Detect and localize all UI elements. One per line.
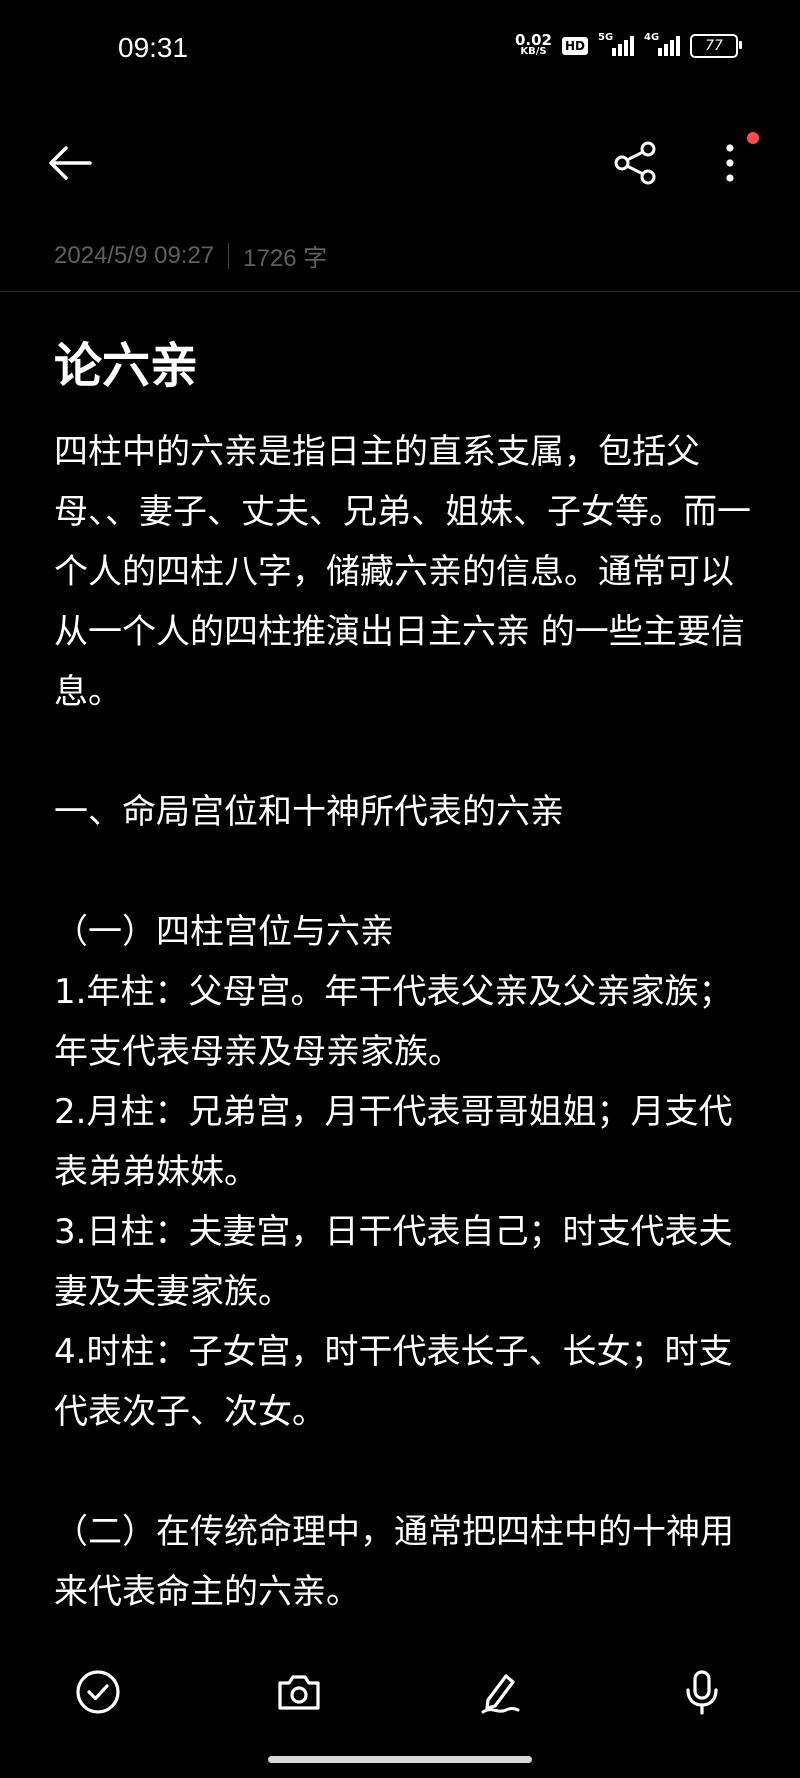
body-paragraph: 3.日柱：夫妻宫，日干代表自己；时支代表夫妻及夫妻家族。: [54, 1212, 733, 1312]
bottom-action-bar: [0, 1648, 800, 1778]
handwriting-button[interactable]: [472, 1664, 528, 1720]
note-toolbar: [0, 120, 800, 206]
body-paragraph: 一、命局宫位和十神所代表的六亲: [54, 792, 564, 832]
microphone-icon: [686, 1670, 718, 1715]
status-indicators: 0.02 KB/S HD 5G 4G 77: [514, 31, 742, 58]
word-count: 1726 字: [243, 245, 328, 272]
body-blank-line: [54, 842, 754, 902]
back-button[interactable]: [46, 142, 94, 184]
camera-button[interactable]: [271, 1664, 327, 1720]
body-blank-line: [54, 722, 754, 782]
note-meta: 2024/5/9 09:27 1726 字: [54, 238, 327, 273]
voice-input-button[interactable]: [674, 1664, 730, 1720]
hd-voice-badge: HD: [561, 37, 588, 55]
checkmark-circle-icon: [76, 1670, 120, 1714]
header-divider: [0, 291, 800, 292]
body-paragraph: 2.月柱：兄弟宫，月干代表哥哥姐姐；月支代表弟弟妹妹。: [54, 1092, 733, 1192]
pen-icon: [481, 1674, 520, 1714]
network-speed-unit: KB/S: [520, 46, 547, 57]
network-speed: 0.02 KB/S: [514, 31, 552, 58]
meta-separator: [228, 242, 230, 269]
share-icon: [614, 141, 656, 185]
signal-5g-icon: 5G: [598, 32, 634, 56]
battery-level: 77: [705, 38, 723, 54]
note-body[interactable]: 四柱中的六亲是指日主的直系支属，包括父母、、妻子、丈夫、兄弟、姐妹、子女等。而一…: [54, 422, 754, 1622]
signal-4g-icon: 4G: [644, 32, 680, 56]
body-paragraph: 4.时柱：子女宫，时干代表长子、长女；时支 代表次子、次女。: [54, 1332, 744, 1432]
signal-4g-label: 4G: [644, 32, 660, 43]
signal-5g-label: 5G: [598, 32, 614, 43]
note-title[interactable]: 论六亲: [54, 326, 198, 396]
battery-icon: 77: [690, 34, 742, 58]
arrow-left-icon: [49, 146, 92, 180]
note-date: 2024/5/9 09:27: [54, 241, 215, 269]
body-paragraph: 1.年柱：父母宫。年干代表父亲及父亲家族；年支代表母亲及母亲家族。: [54, 972, 733, 1072]
body-paragraph: （一）四柱宫位与六亲: [54, 912, 394, 952]
camera-icon: [278, 1675, 320, 1710]
status-time: 09:31: [118, 32, 189, 63]
body-paragraph: 四柱中的六亲是指日主的直系支属，包括父母、、妻子、丈夫、兄弟、姐妹、子女等。而一…: [54, 432, 751, 712]
network-speed-value: 0.02: [514, 31, 552, 49]
more-options-button[interactable]: [712, 140, 748, 186]
more-vertical-icon: [726, 144, 734, 182]
status-bar: 09:31 0.02 KB/S HD 5G 4G 77: [0, 0, 800, 100]
notification-dot: [747, 132, 759, 144]
checklist-button[interactable]: [70, 1664, 126, 1720]
body-paragraph: （二）在传统命理中，通常把四柱中的十神用来代表命主的六亲。: [54, 1512, 734, 1612]
share-button[interactable]: [612, 140, 660, 186]
home-indicator[interactable]: [268, 1756, 532, 1763]
body-blank-line: [54, 1442, 754, 1502]
